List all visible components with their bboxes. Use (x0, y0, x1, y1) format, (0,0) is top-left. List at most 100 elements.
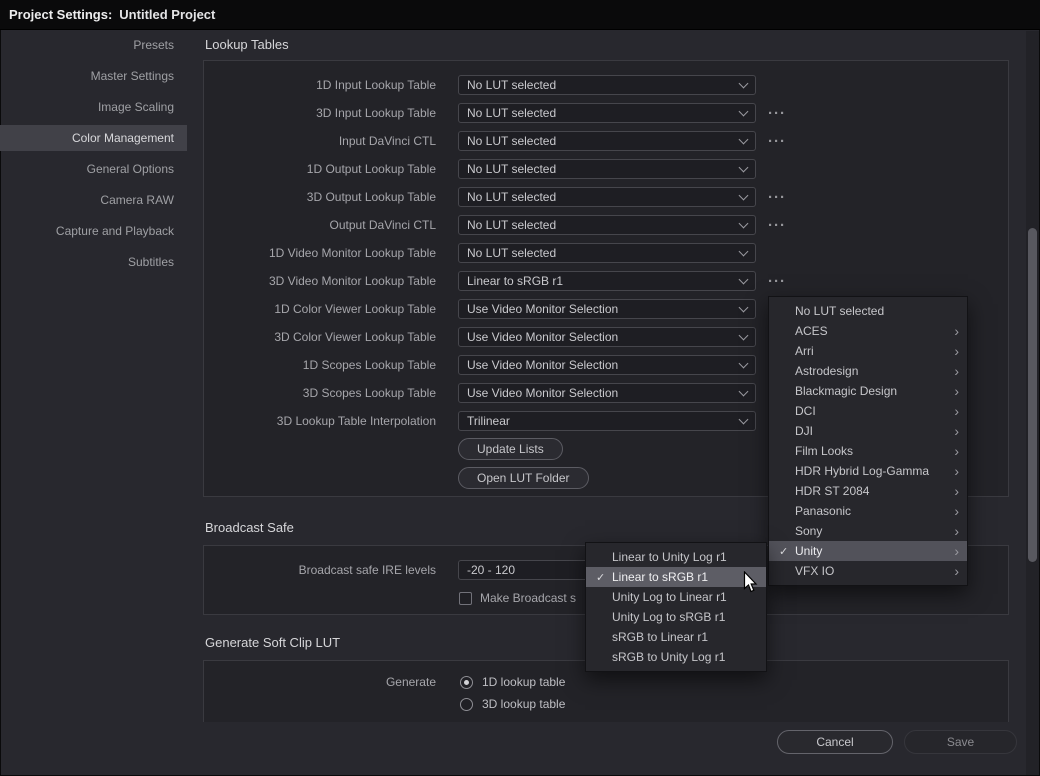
open-lut-folder-button[interactable]: Open LUT Folder (458, 467, 589, 489)
submenu-arrow-icon: › (954, 484, 959, 498)
section-title-broadcast-safe: Broadcast Safe (205, 520, 294, 535)
more-options-button[interactable]: ··· (768, 190, 786, 205)
menu-item-label: Panasonic (795, 504, 954, 518)
submenu-arrow-icon: › (954, 444, 959, 458)
sidebar-item-color-management[interactable]: Color Management (0, 125, 187, 151)
more-options-button[interactable]: ··· (768, 134, 786, 149)
sidebar-item-presets[interactable]: Presets (0, 32, 187, 58)
menu-item-astrodesign[interactable]: Astrodesign › (769, 361, 967, 381)
lut-dropdown-1d-video-monitor[interactable]: No LUT selected (458, 243, 756, 263)
submenu-item-label: Unity Log to sRGB r1 (612, 610, 758, 624)
menu-item-hdr-hybrid-log-gamma[interactable]: HDR Hybrid Log-Gamma › (769, 461, 967, 481)
submenu-item-label: sRGB to Unity Log r1 (612, 650, 758, 664)
mouse-cursor (743, 571, 758, 594)
lut-dropdown-3d-color-viewer[interactable]: Use Video Monitor Selection (458, 327, 756, 347)
radio-label: 1D lookup table (482, 675, 565, 689)
radio-1d-lookup-table[interactable] (460, 676, 473, 689)
settings-sidebar: Presets Master Settings Image Scaling Co… (0, 30, 200, 776)
submenu-item-label: Unity Log to Linear r1 (612, 590, 758, 604)
menu-item-label: HDR Hybrid Log-Gamma (795, 464, 954, 478)
menu-item-label: Astrodesign (795, 364, 954, 378)
submenu-item-linear-to-srgb[interactable]: ✓ Linear to sRGB r1 (586, 567, 766, 587)
submenu-arrow-icon: › (954, 504, 959, 518)
menu-item-hdr-st-2084[interactable]: HDR ST 2084 › (769, 481, 967, 501)
submenu-arrow-icon: › (954, 464, 959, 478)
chevron-down-icon (739, 359, 749, 369)
lut-dropdown-input-ctl[interactable]: No LUT selected (458, 131, 756, 151)
menu-item-dji[interactable]: DJI › (769, 421, 967, 441)
sidebar-item-capture-playback[interactable]: Capture and Playback (0, 218, 187, 244)
submenu-item-unity-log-to-linear[interactable]: Unity Log to Linear r1 (586, 587, 766, 607)
lut-row: 3D Output Lookup Table No LUT selected ·… (204, 183, 1008, 211)
row-label: Broadcast safe IRE levels (204, 563, 447, 577)
dropdown-value: No LUT selected (467, 106, 556, 120)
sidebar-item-subtitles[interactable]: Subtitles (0, 249, 187, 275)
menu-item-dci[interactable]: DCI › (769, 401, 967, 421)
check-icon: ✓ (596, 571, 612, 584)
menu-item-vfx-io[interactable]: VFX IO › (769, 561, 967, 581)
more-options-button[interactable]: ··· (768, 106, 786, 121)
submenu-arrow-icon: › (954, 564, 959, 578)
dropdown-value: Linear to sRGB r1 (467, 274, 563, 288)
chevron-down-icon (739, 219, 749, 229)
check-icon: ✓ (779, 545, 795, 558)
menu-item-film-looks[interactable]: Film Looks › (769, 441, 967, 461)
lut-row: 3D Input Lookup Table No LUT selected ··… (204, 99, 1008, 127)
lut-dropdown-interpolation[interactable]: Trilinear (458, 411, 756, 431)
chevron-down-icon (739, 387, 749, 397)
submenu-item-srgb-to-unity-log[interactable]: sRGB to Unity Log r1 (586, 647, 766, 667)
lut-dropdown-output-ctl[interactable]: No LUT selected (458, 215, 756, 235)
sidebar-item-master-settings[interactable]: Master Settings (0, 63, 187, 89)
unity-submenu: Linear to Unity Log r1 ✓ Linear to sRGB … (585, 542, 767, 672)
sidebar-item-general-options[interactable]: General Options (0, 156, 187, 182)
lut-dropdown-3d-input[interactable]: No LUT selected (458, 103, 756, 123)
more-options-button[interactable]: ··· (768, 218, 786, 233)
menu-item-label: Arri (795, 344, 954, 358)
sidebar-item-camera-raw[interactable]: Camera RAW (0, 187, 187, 213)
submenu-arrow-icon: › (954, 404, 959, 418)
menu-item-label: HDR ST 2084 (795, 484, 954, 498)
save-button[interactable]: Save (904, 730, 1017, 754)
submenu-arrow-icon: › (954, 364, 959, 378)
menu-item-label: Sony (795, 524, 954, 538)
update-lists-button[interactable]: Update Lists (458, 438, 563, 460)
submenu-item-label: Linear to Unity Log r1 (612, 550, 758, 564)
menu-item-blackmagic-design[interactable]: Blackmagic Design › (769, 381, 967, 401)
dropdown-value: Trilinear (467, 414, 510, 428)
menu-item-label: DCI (795, 404, 954, 418)
lut-dropdown-3d-output[interactable]: No LUT selected (458, 187, 756, 207)
row-label: 3D Color Viewer Lookup Table (204, 330, 447, 344)
chevron-down-icon (739, 163, 749, 173)
more-options-button[interactable]: ··· (768, 274, 786, 289)
row-label: Input DaVinci CTL (204, 134, 447, 148)
radio-3d-lookup-table[interactable] (460, 698, 473, 711)
make-broadcast-safe-checkbox[interactable] (459, 592, 472, 605)
scrollbar-thumb[interactable] (1028, 228, 1037, 562)
chevron-down-icon (739, 135, 749, 145)
lut-dropdown-1d-scopes[interactable]: Use Video Monitor Selection (458, 355, 756, 375)
lut-dropdown-1d-input[interactable]: No LUT selected (458, 75, 756, 95)
chevron-down-icon (739, 107, 749, 117)
submenu-item-unity-log-to-srgb[interactable]: Unity Log to sRGB r1 (586, 607, 766, 627)
lut-dropdown-3d-scopes[interactable]: Use Video Monitor Selection (458, 383, 756, 403)
scrollbar-track[interactable] (1026, 31, 1039, 775)
row-label: 1D Video Monitor Lookup Table (204, 246, 447, 260)
sidebar-item-image-scaling[interactable]: Image Scaling (0, 94, 187, 120)
lut-dropdown-3d-video-monitor[interactable]: Linear to sRGB r1 (458, 271, 756, 291)
cancel-button[interactable]: Cancel (777, 730, 893, 754)
row-label: 3D Output Lookup Table (204, 190, 447, 204)
menu-item-panasonic[interactable]: Panasonic › (769, 501, 967, 521)
lut-dropdown-1d-color-viewer[interactable]: Use Video Monitor Selection (458, 299, 756, 319)
menu-item-sony[interactable]: Sony › (769, 521, 967, 541)
menu-item-aces[interactable]: ACES › (769, 321, 967, 341)
dropdown-value: No LUT selected (467, 162, 556, 176)
menu-item-arri[interactable]: Arri › (769, 341, 967, 361)
menu-item-unity[interactable]: ✓ Unity › (769, 541, 967, 561)
menu-item-no-lut[interactable]: No LUT selected (769, 301, 967, 321)
submenu-item-linear-to-unity-log[interactable]: Linear to Unity Log r1 (586, 547, 766, 567)
row-label: 3D Input Lookup Table (204, 106, 447, 120)
submenu-item-srgb-to-linear[interactable]: sRGB to Linear r1 (586, 627, 766, 647)
dropdown-value: Use Video Monitor Selection (467, 330, 618, 344)
lut-dropdown-1d-output[interactable]: No LUT selected (458, 159, 756, 179)
menu-item-label: Unity (795, 544, 954, 558)
